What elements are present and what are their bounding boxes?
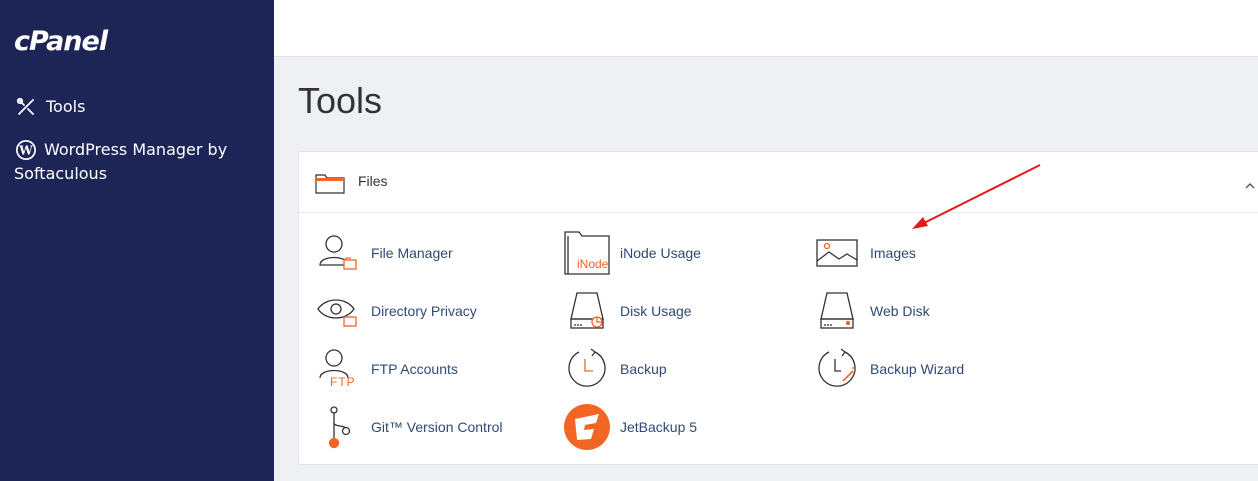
backup-wizard-icon: [813, 345, 861, 393]
ftp-accounts-icon: FTP: [314, 345, 362, 393]
tool-label: JetBackup 5: [620, 419, 698, 435]
disk-usage-icon: [563, 287, 611, 335]
tool-ftp-accounts[interactable]: FTP FTP Accounts: [314, 345, 458, 393]
inode-icon-text: iNode: [577, 257, 609, 271]
file-manager-icon: [314, 229, 362, 277]
git-icon: [314, 403, 362, 451]
tool-inode-usage[interactable]: iNode iNode Usage: [563, 229, 701, 277]
tool-label: Directory Privacy: [371, 303, 477, 319]
folder-icon: [315, 172, 345, 199]
svg-text:W: W: [18, 144, 33, 158]
tool-label: Images: [870, 245, 916, 261]
sidebar-item-wordpress-manager[interactable]: W WordPress Manager by Softaculous: [14, 138, 264, 186]
tool-file-manager[interactable]: File Manager: [314, 229, 453, 277]
tool-label: Backup Wizard: [870, 361, 965, 377]
tool-directory-privacy[interactable]: Directory Privacy: [314, 287, 477, 335]
web-disk-icon: [813, 287, 861, 335]
section-title: Files: [358, 173, 388, 189]
tool-disk-usage[interactable]: Disk Usage: [563, 287, 692, 335]
sidebar: cPanel Tools W WordPress Manager by Soft…: [0, 0, 274, 481]
sidebar-item-tools[interactable]: Tools: [14, 95, 85, 119]
tools-icon: [14, 95, 38, 119]
tool-jetbackup[interactable]: JetBackup 5: [563, 403, 697, 451]
tool-label: File Manager: [371, 245, 453, 261]
ftp-icon-text: FTP: [330, 375, 356, 389]
inode-usage-icon: iNode: [563, 229, 611, 277]
images-icon: [813, 229, 861, 277]
tool-label: Disk Usage: [620, 303, 692, 319]
tool-images[interactable]: Images: [813, 229, 916, 277]
tool-backup[interactable]: Backup: [563, 345, 667, 393]
sidebar-item-label: Tools: [46, 97, 86, 116]
chevron-up-icon[interactable]: [1245, 176, 1255, 194]
tool-label: Git™ Version Control: [371, 419, 503, 435]
tool-backup-wizard[interactable]: Backup Wizard: [813, 345, 964, 393]
tool-git-version-control[interactable]: Git™ Version Control: [314, 403, 503, 451]
wordpress-icon: W: [14, 138, 38, 162]
files-section-panel: Files File Manager iNode iNode Usage Ima…: [298, 151, 1258, 465]
jetbackup-icon: [563, 403, 611, 451]
tool-label: Backup: [620, 361, 667, 377]
files-section-header[interactable]: Files: [299, 152, 1258, 213]
tool-label: FTP Accounts: [371, 361, 458, 377]
tool-web-disk[interactable]: Web Disk: [813, 287, 930, 335]
page-title: Tools: [298, 80, 383, 121]
tool-label: Web Disk: [870, 303, 930, 319]
directory-privacy-icon: [314, 287, 362, 335]
backup-icon: [563, 345, 611, 393]
top-bar: [274, 0, 1258, 57]
tool-label: iNode Usage: [620, 245, 701, 261]
cpanel-logo[interactable]: cPanel: [14, 26, 108, 57]
sidebar-item-label: WordPress Manager by Softaculous: [14, 140, 228, 183]
